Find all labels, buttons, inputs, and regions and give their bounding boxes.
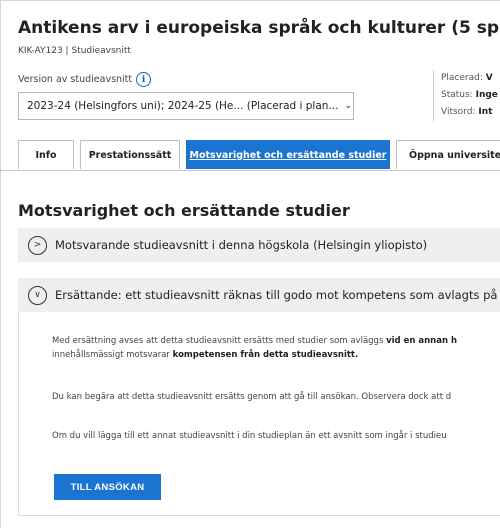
- version-select[interactable]: 2023-24 (Helsingfors uni); 2024-25 (He..…: [18, 92, 354, 120]
- status-label: Status:: [441, 90, 473, 100]
- paragraph-replacement-definition: Med ersättning avses att detta studieavs…: [52, 334, 457, 362]
- grade-row: Vitsord: Int: [441, 104, 498, 121]
- placed-row: Placerad: V: [441, 70, 498, 87]
- status-value: Inge: [475, 90, 498, 100]
- text: Med ersättning avses att detta studieavs…: [52, 336, 387, 346]
- tab-info[interactable]: Info: [18, 140, 74, 169]
- accordion-label: Ersättande: ett studieavsnitt räknas til…: [55, 288, 500, 302]
- chevron-down-icon: ⌄: [344, 101, 352, 111]
- placed-label: Placerad:: [441, 73, 483, 83]
- grade-value: Int: [478, 107, 493, 117]
- tab-bar: Info Prestationssätt Motsvarighet och er…: [18, 140, 500, 171]
- text: innehållsmässigt motsvarar: [52, 350, 173, 360]
- info-icon[interactable]: i: [136, 72, 152, 87]
- version-label: Version av studieavsnitt i: [18, 72, 152, 87]
- tab-motsvarighet[interactable]: Motsvarighet och ersättande studier: [186, 140, 390, 169]
- tab-divider: [0, 170, 500, 171]
- text-bold: vid en annan h: [386, 336, 458, 346]
- accordion-replacement-content: Med ersättning avses att detta studieavs…: [18, 312, 500, 516]
- status-panel: Placerad: V Status: Inge Vitsord: Int: [433, 70, 498, 121]
- tab-prestationssatt[interactable]: Prestationssätt: [80, 140, 180, 169]
- accordion-replacement[interactable]: ∨ Ersättande: ett studieavsnitt räknas t…: [18, 278, 500, 312]
- paragraph-apply-info: Du kan begära att detta studieavsnitt er…: [52, 392, 452, 402]
- apply-button[interactable]: TILL ANSÖKAN: [54, 474, 161, 500]
- section-title: Motsvarighet och ersättande studier: [18, 201, 350, 220]
- placed-value: V: [485, 73, 493, 83]
- text-bold: kompetensen från detta studieavsnitt.: [172, 350, 359, 360]
- version-select-value: 2023-24 (Helsingfors uni); 2024-25 (He..…: [27, 100, 339, 112]
- accordion-label: Motsvarande studieavsnitt i denna högsko…: [55, 238, 428, 252]
- version-label-text: Version av studieavsnitt: [18, 74, 133, 85]
- course-code: KIK-AY123 | Studieavsnitt: [18, 46, 131, 56]
- accordion-equivalent-courses[interactable]: > Motsvarande studieavsnitt i denna högs…: [18, 228, 500, 262]
- chevron-right-icon: >: [28, 235, 47, 255]
- chevron-down-icon: ∨: [28, 285, 47, 305]
- grade-label: Vitsord:: [441, 107, 476, 117]
- tab-oppna-universitet[interactable]: Öppna universitet: [396, 140, 500, 169]
- paragraph-add-other: Om du vill lägga till ett annat studieav…: [52, 431, 447, 441]
- status-row: Status: Inge: [441, 87, 498, 104]
- course-title: Antikens arv i europeiska språk och kult…: [18, 18, 500, 38]
